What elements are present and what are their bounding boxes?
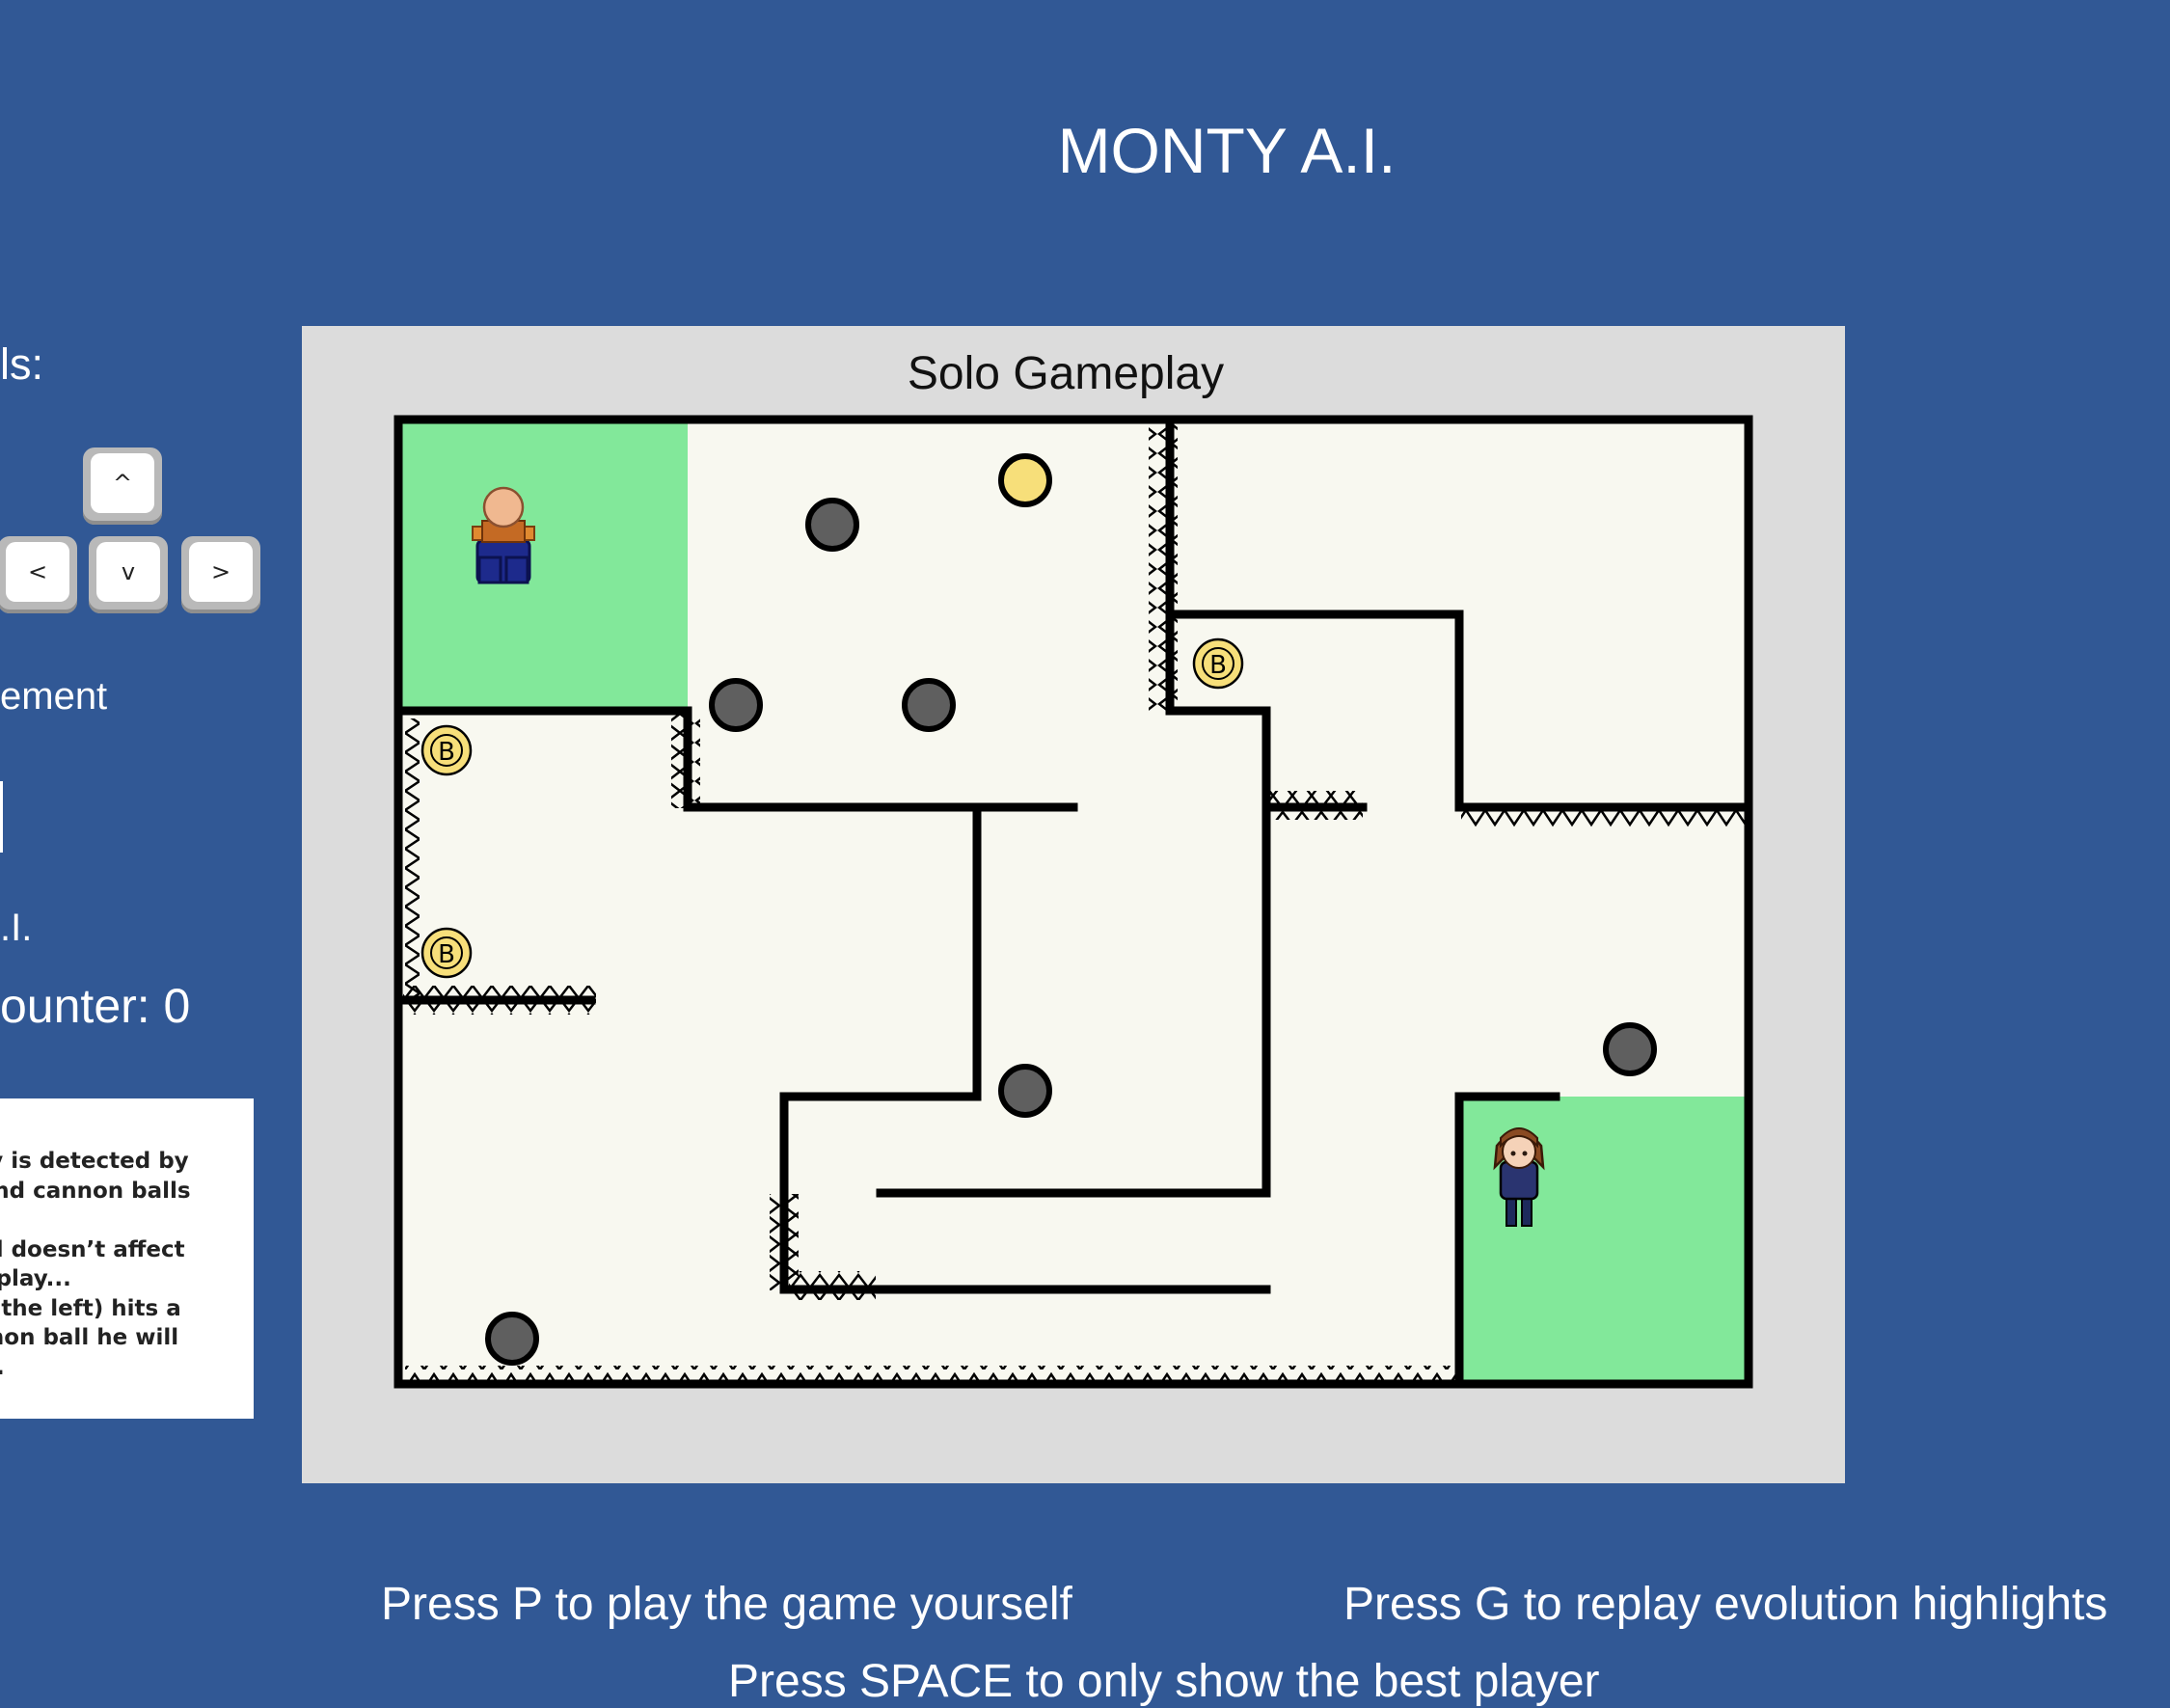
gold-coin	[998, 453, 1052, 507]
cannon-ball	[902, 678, 956, 732]
bonus-coin-label: B	[1209, 651, 1227, 680]
cannon-ball	[805, 498, 859, 552]
play-hint: Press P to play the game yourself	[381, 1579, 1072, 1630]
replay-hint: Press G to replay evolution highlights	[1343, 1579, 2108, 1630]
bonus-coin: B	[1192, 637, 1244, 690]
cannon-ball	[1603, 1022, 1657, 1076]
bonus-coin-label: B	[438, 738, 455, 767]
bonus-coin: B	[420, 724, 473, 776]
start-zone	[398, 420, 688, 711]
bonus-coin-label: B	[438, 940, 455, 969]
spike-strip-left-wall	[400, 718, 420, 998]
space-hint: Press SPACE to only show the best player	[728, 1656, 1600, 1707]
cannon-ball	[485, 1312, 539, 1366]
game-board[interactable]: B B B	[0, 0, 2170, 1706]
cannon-ball	[709, 678, 763, 732]
bonus-coin: B	[420, 927, 473, 979]
spike-strip-right	[1461, 810, 1746, 829]
cannon-ball	[998, 1064, 1052, 1118]
